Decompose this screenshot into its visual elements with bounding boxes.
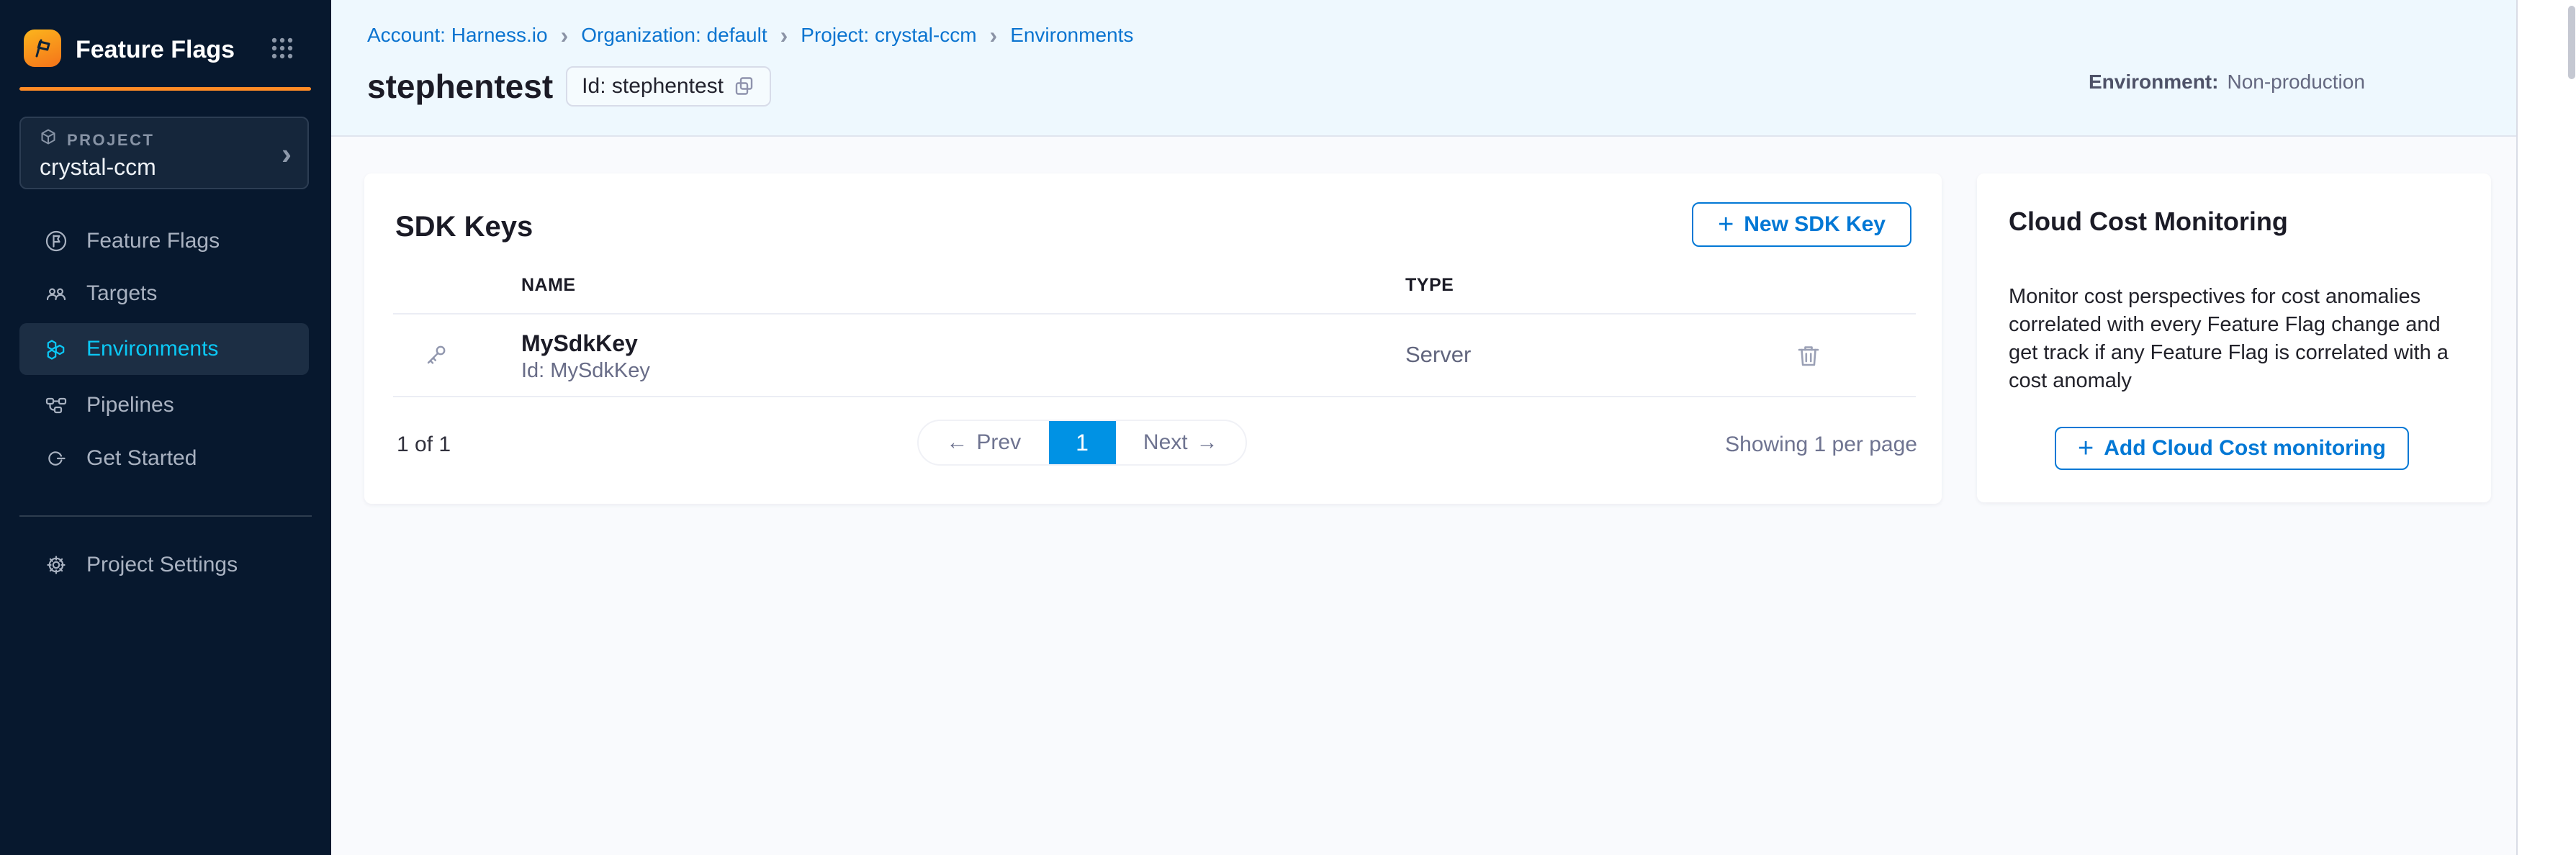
page-title: stephentest (367, 67, 553, 106)
sidebar-item-environments[interactable]: Environments (19, 323, 309, 375)
key-icon (422, 342, 449, 369)
sdk-keys-title: SDK Keys (395, 211, 533, 243)
sdk-key-row[interactable]: MySdkKey Id: MySdkKey Server (364, 315, 1942, 396)
sidebar-item-label: Feature Flags (86, 229, 220, 253)
chevron-right-icon: › (990, 25, 998, 45)
description-line: correlated with every Feature Flag chang… (2009, 311, 2449, 339)
per-page-summary: Showing 1 per page (1725, 433, 1917, 457)
copy-icon[interactable] (734, 76, 755, 97)
sidebar-item-label: Pipelines (86, 393, 174, 417)
sidebar-item-project-settings[interactable]: Project Settings (19, 539, 309, 591)
environment-label: Environment: (2089, 71, 2218, 94)
pagination: ← Prev 1 Next → (917, 420, 1247, 466)
new-sdk-key-label: New SDK Key (1744, 212, 1886, 237)
description-line: get track if any Feature Flag is correla… (2009, 339, 2449, 367)
page-header: Account: Harness.io › Organization: defa… (331, 0, 2516, 137)
breadcrumb-account[interactable]: Account: Harness.io (367, 24, 548, 47)
column-header-name: NAME (521, 275, 576, 296)
sdk-key-name: MySdkKey (521, 330, 638, 357)
project-label: PROJECT (67, 131, 154, 150)
plus-icon: + (1718, 214, 1734, 235)
sdk-key-type: Server (1405, 342, 1471, 368)
sidebar-item-feature-flags[interactable]: Feature Flags (19, 215, 309, 267)
sidebar-divider (19, 515, 312, 517)
prev-page-button[interactable]: ← Prev (919, 421, 1049, 464)
people-icon (43, 281, 69, 307)
module-switcher-grid-icon[interactable] (271, 37, 293, 59)
description-line: Monitor cost perspectives for cost anoma… (2009, 283, 2449, 311)
environment-type-value: Non-production (2227, 71, 2364, 94)
pagination-summary: 1 of 1 (397, 433, 451, 457)
next-page-button[interactable]: Next → (1116, 421, 1246, 464)
cloud-cost-title: Cloud Cost Monitoring (2009, 207, 2288, 237)
prev-label: Prev (976, 430, 1021, 455)
breadcrumb-environments[interactable]: Environments (1010, 24, 1133, 47)
sidebar-item-label: Environments (86, 337, 218, 361)
chevron-right-icon: › (561, 25, 569, 45)
arrow-left-icon: ← (946, 430, 968, 455)
environment-meta: Environment: Non-production (2089, 71, 2365, 94)
project-selector[interactable]: PROJECT crystal-ccm › (19, 117, 309, 189)
sdk-keys-panel: SDK Keys + New SDK Key NAME TYPE MySdkKe… (364, 173, 1942, 504)
gear-icon (43, 552, 69, 578)
project-cube-icon (38, 127, 58, 148)
table-divider (393, 396, 1916, 397)
sidebar-item-targets[interactable]: Targets (19, 268, 309, 320)
scrollbar-thumb[interactable] (2568, 6, 2575, 79)
chevron-right-icon: › (780, 25, 788, 45)
hexagons-icon (43, 336, 69, 362)
flag-circle-icon (43, 228, 69, 254)
plus-icon: + (2078, 438, 2094, 459)
sidebar-item-pipelines[interactable]: Pipelines (19, 379, 309, 431)
pipeline-icon (43, 392, 69, 418)
module-title: Feature Flags (76, 36, 235, 64)
right-panel-gutter (2516, 0, 2576, 855)
environment-id-chip[interactable]: Id: stephentest (566, 66, 771, 107)
page-number-active[interactable]: 1 (1049, 421, 1116, 464)
chevron-right-icon: › (282, 137, 292, 171)
delete-sdk-key-button[interactable] (1793, 339, 1828, 374)
breadcrumb-project[interactable]: Project: crystal-ccm (801, 24, 976, 47)
add-cloud-cost-monitoring-button[interactable]: + Add Cloud Cost monitoring (2055, 427, 2409, 470)
trash-icon (1793, 341, 1824, 371)
environment-id-text: Id: stephentest (582, 74, 724, 99)
main-content: SDK Keys + New SDK Key NAME TYPE MySdkKe… (331, 137, 2516, 855)
sdk-key-id: Id: MySdkKey (521, 359, 650, 383)
next-label: Next (1143, 430, 1188, 455)
breadcrumb: Account: Harness.io › Organization: defa… (367, 24, 1133, 47)
breadcrumb-organization[interactable]: Organization: default (581, 24, 767, 47)
sidebar-item-label: Project Settings (86, 553, 238, 577)
module-accent-rule (19, 87, 311, 91)
sidebar: Feature Flags PROJECT crystal-ccm › Feat… (0, 0, 331, 855)
new-sdk-key-button[interactable]: + New SDK Key (1692, 202, 1911, 247)
get-started-icon (43, 445, 69, 471)
cloud-cost-monitoring-panel: Cloud Cost Monitoring Monitor cost persp… (1977, 173, 2491, 502)
add-cloud-cost-label: Add Cloud Cost monitoring (2104, 436, 2386, 461)
cloud-cost-description: Monitor cost perspectives for cost anoma… (2009, 283, 2449, 395)
arrow-right-icon: → (1197, 430, 1218, 455)
sidebar-item-get-started[interactable]: Get Started (19, 433, 309, 484)
sidebar-item-label: Targets (86, 281, 157, 306)
project-name: crystal-ccm (40, 154, 156, 181)
column-header-type: TYPE (1405, 275, 1454, 296)
sidebar-item-label: Get Started (86, 446, 197, 471)
description-line: cost anomaly (2009, 367, 2449, 395)
feature-flags-logo-icon (24, 30, 61, 67)
